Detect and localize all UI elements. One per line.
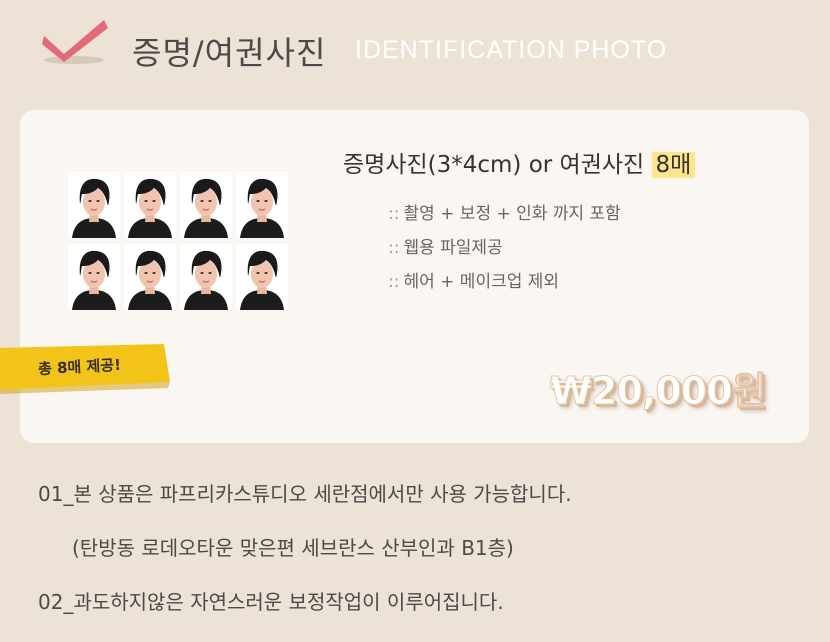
feature-item: :: 촬영 + 보정 + 인화 까지 포함 [388,202,621,236]
note-item: 01_본 상품은 파프리카스튜디오 세란점에서만 사용 가능합니다. [38,482,572,506]
page-title: 증명/여권사진 [132,34,327,72]
page-subtitle: IDENTIFICATION PHOTO [355,36,668,64]
feature-list: :: 촬영 + 보정 + 인화 까지 포함 :: 웹용 파일제공 :: 헤어 + 메이… [388,202,621,304]
feature-text: 웹용 파일제공 [403,238,503,258]
notes: 01_본 상품은 파프리카스튜디오 세란점에서만 사용 가능합니다. (탄방동 … [38,480,572,642]
check-icon [42,20,108,64]
note-item: 02_과도하지않은 자연스러운 보정작업이 이루어집니다. [38,590,504,614]
note-item: (탄방동 로데오타운 맞은편 세브란스 산부인과 B1층) [72,536,514,560]
id-photo [68,244,120,310]
id-photo-sample [68,172,288,310]
feature-bullet: :: [388,204,400,224]
feature-text: 촬영 + 보정 + 인화 까지 포함 [403,204,621,224]
page-header: 증명/여권사진 IDENTIFICATION PHOTO [0,0,830,95]
product-count: 8매 [651,152,696,178]
product-name: 증명사진(3*4cm) or 여권사진 [343,152,645,178]
id-photo [68,172,120,238]
feature-item: :: 헤어 + 메이크업 제외 [388,270,621,304]
id-photo [236,172,288,238]
price: ₩20,000원 [550,369,768,414]
id-photo [180,244,232,310]
feature-item: :: 웹용 파일제공 [388,236,621,270]
feature-bullet: :: [388,272,400,292]
id-photo [236,244,288,310]
feature-bullet: :: [388,238,400,258]
id-photo [124,172,176,238]
product-title: 증명사진(3*4cm) or 여권사진 8매 [343,145,696,179]
badge-text: 총 8매 제공! [37,355,122,379]
feature-text: 헤어 + 메이크업 제외 [403,272,560,292]
id-photo [180,172,232,238]
id-photo [124,244,176,310]
